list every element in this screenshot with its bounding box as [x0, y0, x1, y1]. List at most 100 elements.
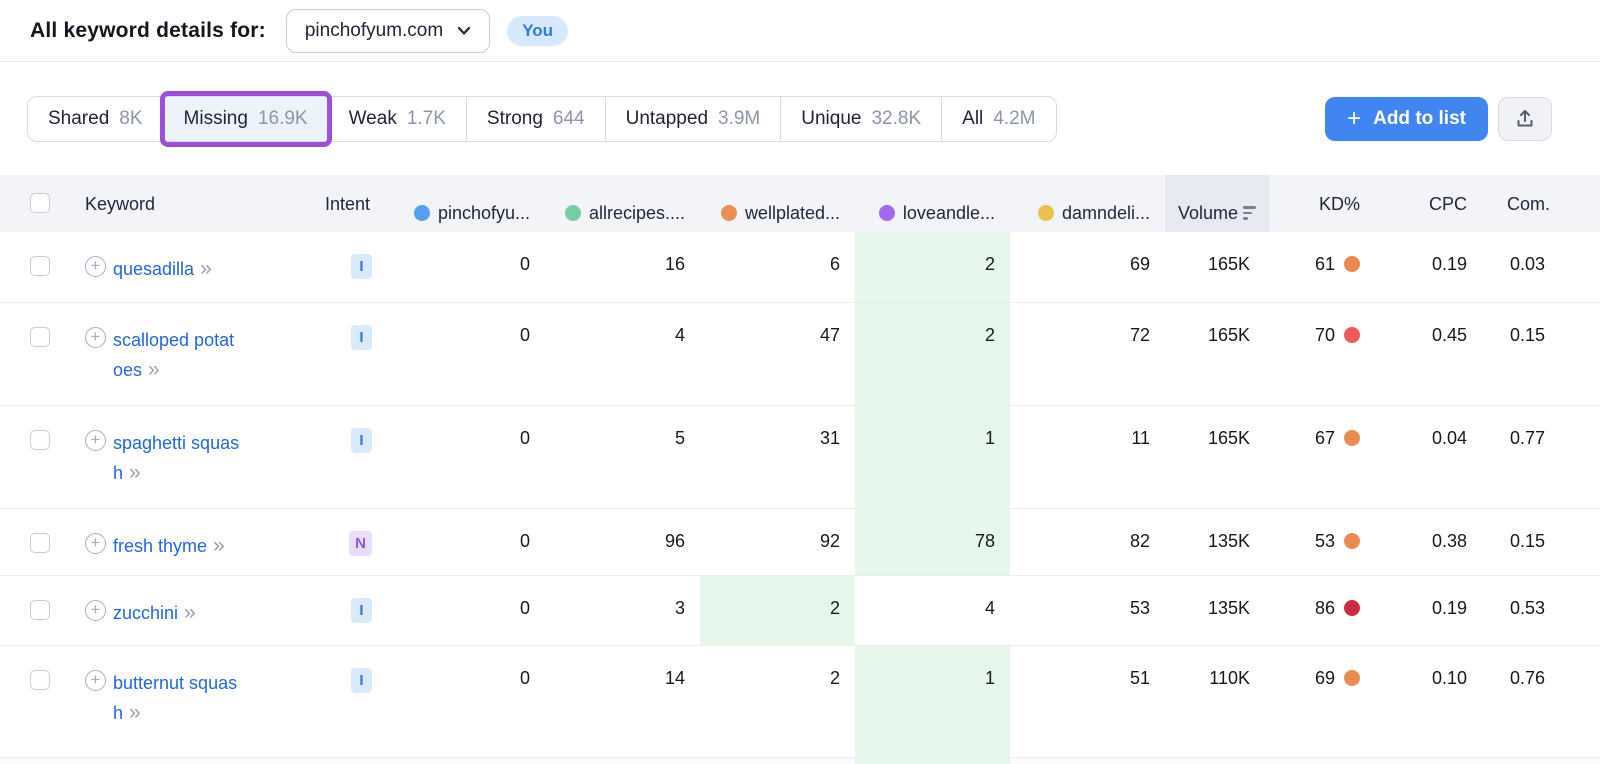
table-row: + scalloped potatoes» I 0 4 47 2 72 165K…	[0, 303, 1600, 406]
wellplated-position: 92	[819, 531, 840, 551]
damndelicious-position: 69	[1129, 254, 1150, 274]
domain-dot-loveandlemons	[878, 205, 895, 221]
tab-label: Shared	[48, 108, 110, 129]
sort-descending-icon	[1243, 206, 1256, 220]
intent-badge: I	[351, 428, 372, 453]
intent-cell: I	[310, 406, 380, 508]
row-checkbox[interactable]	[30, 600, 50, 620]
domain-label: damndeli...	[1061, 202, 1150, 223]
tab-count: 32.8K	[871, 108, 922, 129]
kd-value: 53	[1314, 531, 1335, 551]
kd-difficulty-dot	[1344, 327, 1360, 343]
cpc-value: 0.19	[1431, 598, 1467, 618]
keyword-table: Keyword Intent pinchofyu... allrecipes..…	[0, 175, 1600, 764]
row-checkbox[interactable]	[30, 327, 50, 347]
highlight-sliver	[855, 758, 1010, 764]
add-keyword-icon[interactable]: +	[85, 670, 106, 691]
kd-cell: 86	[1270, 576, 1380, 645]
row-checkbox[interactable]	[30, 670, 50, 690]
add-keyword-icon[interactable]: +	[85, 327, 106, 348]
toolbar-actions: + Add to list	[1325, 97, 1552, 141]
table-row: + spaghetti squash» I 0 5 31 1 11 165K 6…	[0, 406, 1600, 509]
column-header-kd[interactable]: KD%	[1270, 175, 1380, 232]
export-button[interactable]	[1498, 97, 1552, 141]
intent-cell: I	[310, 646, 380, 757]
tab-label: Strong	[486, 108, 543, 129]
tab-strong[interactable]: Strong 644	[467, 97, 606, 141]
row-checkbox[interactable]	[30, 533, 50, 553]
volume-value: 135K	[1207, 598, 1250, 618]
domain-dot-allrecipes	[564, 205, 581, 221]
tab-shared[interactable]: Shared 8K	[28, 97, 164, 141]
page-title: All keyword details for:	[30, 18, 266, 42]
row-checkbox[interactable]	[30, 256, 50, 276]
column-header-pinchofyum[interactable]: pinchofyu...	[380, 175, 545, 232]
pinchofyum-position: 0	[519, 668, 530, 688]
volume-value: 110K	[1209, 668, 1250, 688]
tab-weak[interactable]: Weak 1.7K	[329, 97, 467, 141]
column-header-wellplated[interactable]: wellplated...	[700, 175, 855, 232]
open-keyword-icon[interactable]: »	[129, 701, 142, 724]
add-keyword-icon[interactable]: +	[85, 430, 106, 451]
loveandlemons-position: 4	[984, 598, 995, 618]
add-to-list-button[interactable]: + Add to list	[1325, 97, 1488, 141]
tab-all[interactable]: All 4.2M	[942, 97, 1055, 141]
domain-selector-dropdown[interactable]: pinchofyum.com	[285, 8, 491, 53]
wellplated-position: 2	[700, 576, 855, 645]
domain-selector-value: pinchofyum.com	[304, 19, 444, 41]
column-header-com[interactable]: Com.	[1480, 175, 1600, 232]
you-badge: You	[507, 15, 569, 46]
volume-value: 165K	[1207, 254, 1250, 274]
tab-untapped[interactable]: Untapped 3.9M	[606, 97, 782, 141]
keyword-link[interactable]: zucchini	[113, 603, 178, 623]
allrecipes-position: 96	[664, 531, 685, 551]
loveandlemons-position: 2	[855, 232, 1010, 302]
open-keyword-icon[interactable]: »	[148, 358, 161, 381]
open-keyword-icon[interactable]: »	[129, 461, 142, 484]
damndelicious-position: 51	[1129, 668, 1150, 688]
add-keyword-icon[interactable]: +	[85, 533, 106, 554]
tab-missing[interactable]: Missing 16.9K	[159, 91, 332, 147]
domain-dot-wellplated	[720, 205, 737, 221]
intent-badge: I	[351, 254, 372, 279]
tab-count: 1.7K	[406, 108, 446, 129]
kd-difficulty-dot	[1344, 256, 1360, 272]
cpc-value: 0.45	[1431, 325, 1467, 345]
pinchofyum-position: 0	[519, 531, 530, 551]
tab-unique[interactable]: Unique 32.8K	[781, 97, 943, 141]
open-keyword-icon[interactable]: »	[200, 257, 213, 280]
wellplated-position: 6	[829, 254, 840, 274]
select-all-checkbox[interactable]	[30, 193, 50, 213]
damndelicious-position: 53	[1129, 598, 1150, 618]
open-keyword-icon[interactable]: »	[184, 601, 197, 624]
row-checkbox[interactable]	[30, 430, 50, 450]
tab-label: Unique	[801, 108, 862, 129]
column-header-loveandlemons[interactable]: loveandle...	[855, 175, 1010, 232]
keyword-cell: + spaghetti squash»	[85, 406, 310, 508]
column-header-cpc[interactable]: CPC	[1380, 175, 1480, 232]
add-keyword-icon[interactable]: +	[85, 600, 106, 621]
keyword-link[interactable]: scalloped potatoes	[113, 330, 234, 380]
column-header-volume-sorted[interactable]: Volume	[1165, 175, 1270, 232]
kd-value: 69	[1314, 668, 1335, 688]
column-header-damndelicious[interactable]: damndeli...	[1010, 175, 1165, 232]
keyword-cell: + zucchini »	[85, 576, 310, 645]
column-header-allrecipes[interactable]: allrecipes....	[545, 175, 700, 232]
kd-value: 61	[1314, 254, 1335, 274]
checkbox-cell	[0, 232, 85, 302]
cpc-value: 0.10	[1431, 668, 1467, 688]
open-keyword-icon[interactable]: »	[213, 534, 226, 557]
column-header-intent[interactable]: Intent	[310, 175, 380, 232]
toolbar: Shared 8K Missing 16.9K Weak 1.7K Strong…	[0, 91, 1600, 147]
table-header-row: Keyword Intent pinchofyu... allrecipes..…	[0, 175, 1600, 232]
keyword-link[interactable]: quesadilla	[113, 259, 194, 279]
keyword-cell: + quesadilla »	[85, 232, 310, 302]
checkbox-cell	[0, 303, 85, 405]
intent-cell: I	[310, 303, 380, 405]
add-keyword-icon[interactable]: +	[85, 256, 106, 277]
allrecipes-position: 3	[674, 598, 685, 618]
column-header-keyword[interactable]: Keyword	[85, 175, 310, 232]
keyword-link[interactable]: fresh thyme	[113, 536, 207, 556]
volume-value: 135K	[1207, 531, 1250, 551]
loveandlemons-position: 78	[855, 509, 1010, 575]
